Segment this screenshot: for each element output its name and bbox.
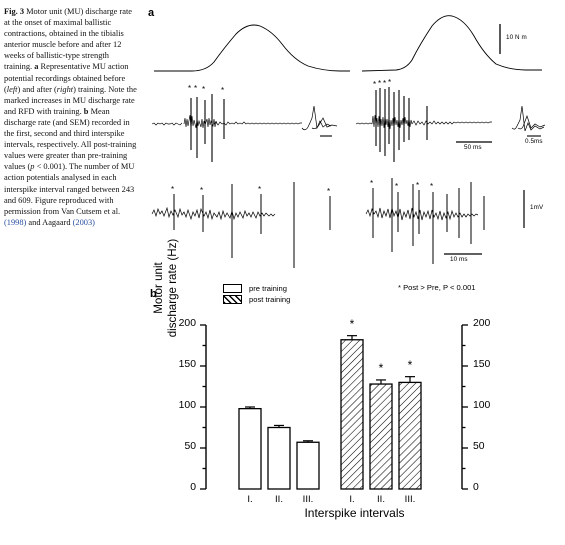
spike-asterisk: * bbox=[194, 84, 198, 93]
caption-run: (1998) bbox=[4, 217, 27, 227]
y-tick-label-right: 0 bbox=[473, 482, 479, 493]
significance-star: * bbox=[378, 360, 384, 375]
legend-label-pre-training: pre training bbox=[249, 284, 287, 293]
spike-asterisk: * bbox=[373, 80, 377, 89]
spike-asterisk: * bbox=[327, 187, 331, 196]
chart-bar bbox=[398, 381, 422, 490]
legend-swatch-hatched bbox=[223, 295, 242, 304]
spike-asterisk: * bbox=[388, 78, 392, 87]
significance-star: * bbox=[407, 357, 413, 372]
error-bar bbox=[405, 376, 415, 383]
x-tick-label: III. bbox=[404, 494, 416, 505]
y-tick-label-left: 200 bbox=[178, 318, 196, 329]
time-scale-label: 50 ms bbox=[464, 144, 482, 151]
legend-item-pre-training: pre training bbox=[223, 283, 290, 294]
legend-item-post-training: post training bbox=[223, 294, 290, 305]
time-scale-label-bottom: 10 ms bbox=[450, 256, 468, 263]
x-axis-title: Interspike intervals bbox=[304, 506, 405, 520]
caption-run: left bbox=[6, 84, 18, 94]
chart-bar bbox=[238, 407, 262, 490]
force-scale-label: 10 N m bbox=[506, 34, 527, 41]
ap-scale-label: 0.5ms bbox=[525, 138, 543, 145]
spike-asterisk: * bbox=[416, 181, 420, 190]
caption-run: right bbox=[56, 84, 74, 94]
y-tick-label-right: 100 bbox=[473, 400, 491, 411]
emg-trace-row-lower: * * * * * * * * 10 ms 1mV bbox=[144, 176, 565, 276]
y-tick-label-right: 150 bbox=[473, 359, 491, 370]
significance-star: * bbox=[349, 316, 355, 331]
y-tick-label-left: 50 bbox=[184, 441, 196, 452]
spike-asterisk: * bbox=[383, 79, 387, 88]
spike-asterisk: * bbox=[171, 185, 175, 194]
significance-note: * Post > Pre, P < 0.001 bbox=[398, 283, 476, 292]
y-tick-label-right: 200 bbox=[473, 318, 491, 329]
chart-bar bbox=[340, 339, 364, 490]
force-traces-svg bbox=[154, 15, 542, 72]
chart-bar bbox=[296, 441, 320, 490]
y-tick-label-left: 150 bbox=[178, 359, 196, 370]
y-axis-title: Motor unit discharge rate (Hz) bbox=[152, 238, 179, 338]
voltage-scale-label: 1mV bbox=[530, 204, 544, 211]
chart-bar bbox=[369, 383, 393, 490]
caption-run: ) and after ( bbox=[17, 84, 57, 94]
spike-asterisk: * bbox=[258, 185, 262, 194]
x-tick-label: III. bbox=[302, 494, 314, 505]
spike-asterisk: * bbox=[378, 79, 382, 88]
y-tick-label-left: 0 bbox=[190, 482, 196, 493]
bar-chart: Motor unit discharge rate (Hz) Interspike… bbox=[144, 239, 565, 540]
y-tick-label-left: 100 bbox=[178, 400, 196, 411]
chart-bar bbox=[267, 426, 291, 490]
caption-run: and Aagaard bbox=[26, 217, 73, 227]
spike-asterisk: * bbox=[200, 186, 204, 195]
caption-run: Fig. 3 bbox=[4, 7, 25, 16]
spike-asterisk: * bbox=[188, 84, 192, 93]
figure-caption: Fig. 3 Motor unit (MU) discharge rate at… bbox=[4, 6, 138, 228]
emg-trace-row-upper: * * * * * * * * 50 ms 0.5ms bbox=[144, 78, 565, 170]
legend-label-post-training: post training bbox=[249, 295, 291, 304]
legend-swatch-open bbox=[223, 284, 242, 293]
caption-run: (2003) bbox=[72, 217, 95, 227]
spike-asterisk: * bbox=[202, 85, 206, 94]
spike-asterisk: * bbox=[370, 179, 374, 188]
y-tick-label-right: 50 bbox=[473, 441, 485, 452]
force-trace-row: 10 N m bbox=[144, 8, 565, 80]
emg-traces-upper-svg bbox=[151, 87, 546, 162]
spike-asterisk: * bbox=[430, 182, 434, 191]
spike-asterisk: * bbox=[221, 86, 225, 95]
emg-traces-lower-svg bbox=[151, 178, 525, 268]
spike-asterisk: * bbox=[395, 182, 399, 191]
figure-panel: a 10 N m * * * * * * * * 50 ms 0.5ms * *… bbox=[144, 0, 565, 540]
chart-legend: pre training post training bbox=[223, 283, 290, 305]
